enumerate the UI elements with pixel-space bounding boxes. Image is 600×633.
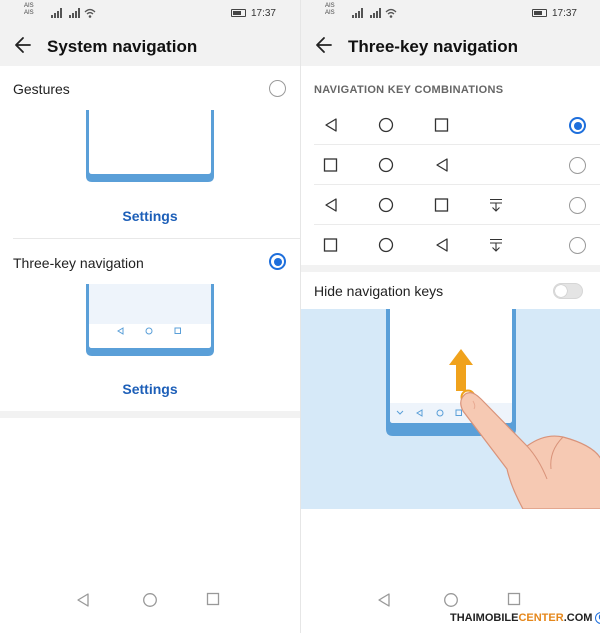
- three-key-navigation-screen: AIS AIS 17:37 Three-key navigation NAVIG…: [300, 0, 600, 633]
- carrier-1: AIS: [325, 3, 335, 9]
- carrier-labels: AIS AIS: [24, 3, 34, 17]
- watermark: THAIMOBILECENTER.COMC: [450, 612, 600, 625]
- combination-row-1[interactable]: [301, 105, 600, 145]
- back-icon: [436, 158, 448, 172]
- combination-radio-2[interactable]: [569, 157, 586, 174]
- carrier-labels: AIS AIS: [325, 3, 335, 17]
- battery-icon: [532, 9, 547, 17]
- three-key-settings-link[interactable]: Settings: [0, 381, 300, 397]
- copyright-icon: C: [595, 612, 600, 625]
- carrier-1: AIS: [24, 3, 34, 9]
- combination-radio-3[interactable]: [569, 197, 586, 214]
- three-key-radio[interactable]: [269, 253, 286, 270]
- battery-icon: [231, 9, 246, 17]
- gestures-radio[interactable]: [269, 80, 286, 97]
- combination-row-4[interactable]: [301, 225, 600, 265]
- system-nav-bar: [0, 583, 300, 633]
- nav-home-icon[interactable]: [142, 592, 158, 608]
- gestures-phone-illustration: [86, 110, 214, 182]
- nav-back-icon[interactable]: [76, 592, 90, 608]
- back-icon: [436, 238, 448, 252]
- carrier-2: AIS: [24, 10, 34, 16]
- page-title: Three-key navigation: [348, 37, 519, 56]
- notification-pulldown-icon: [490, 238, 502, 252]
- home-icon: [378, 197, 394, 213]
- app-bar: System navigation: [0, 30, 300, 64]
- hide-keys-row[interactable]: Hide navigation keys: [301, 272, 600, 309]
- gestures-label: Gestures: [13, 81, 70, 97]
- section-header: NAVIGATION KEY COMBINATIONS: [314, 84, 504, 96]
- combination-radio-1[interactable]: [569, 117, 586, 134]
- hide-keys-illustration: [301, 309, 600, 509]
- back-arrow-icon[interactable]: [313, 34, 335, 56]
- finger-hand: [460, 392, 600, 509]
- status-bar: AIS AIS 17:37: [301, 0, 600, 26]
- recents-icon: [434, 198, 449, 212]
- clock: 17:37: [551, 8, 577, 19]
- swipe-up-illustration: [386, 309, 600, 509]
- recents-icon: [434, 118, 449, 132]
- notification-pulldown-icon: [490, 198, 502, 212]
- watermark-text-2: CENTER: [518, 612, 564, 624]
- watermark-text-1: THAIMOBILE: [450, 612, 519, 624]
- key-combinations-card: NAVIGATION KEY COMBINATIONS: [301, 66, 600, 265]
- back-icon: [325, 118, 337, 132]
- recents-icon: [323, 158, 338, 172]
- signal-wifi-icons: [352, 8, 397, 18]
- hide-keys-label: Hide navigation keys: [314, 283, 444, 299]
- divider: [13, 238, 300, 239]
- hide-keys-toggle[interactable]: [553, 283, 583, 299]
- home-icon: [378, 157, 394, 173]
- nav-recents-icon[interactable]: [206, 592, 221, 607]
- three-key-phone-illustration: [86, 284, 214, 356]
- clock: 17:37: [250, 8, 276, 19]
- combination-radio-4[interactable]: [569, 237, 586, 254]
- back-arrow-icon[interactable]: [12, 34, 34, 56]
- nav-home-icon[interactable]: [443, 592, 459, 608]
- app-bar: Three-key navigation: [301, 30, 600, 64]
- three-key-label: Three-key navigation: [13, 255, 144, 271]
- combination-row-2[interactable]: [301, 145, 600, 185]
- combination-row-3[interactable]: [301, 185, 600, 225]
- home-icon: [378, 237, 394, 253]
- nav-recents-icon[interactable]: [507, 592, 522, 607]
- signal-wifi-icons: [51, 8, 96, 18]
- gestures-settings-link[interactable]: Settings: [0, 208, 300, 224]
- status-bar: AIS AIS 17:37: [0, 0, 300, 26]
- home-icon: [378, 117, 394, 133]
- system-nav-bar: [301, 583, 600, 633]
- back-icon: [325, 198, 337, 212]
- nav-back-icon[interactable]: [377, 592, 391, 608]
- system-navigation-screen: AIS AIS 17:37 System navigation Gestures: [0, 0, 300, 633]
- page-title: System navigation: [47, 37, 198, 56]
- navigation-options-card: Gestures Settings Three-key navigation S…: [0, 66, 300, 411]
- carrier-2: AIS: [325, 10, 335, 16]
- watermark-text-3: .COM: [563, 612, 593, 624]
- recents-icon: [323, 238, 338, 252]
